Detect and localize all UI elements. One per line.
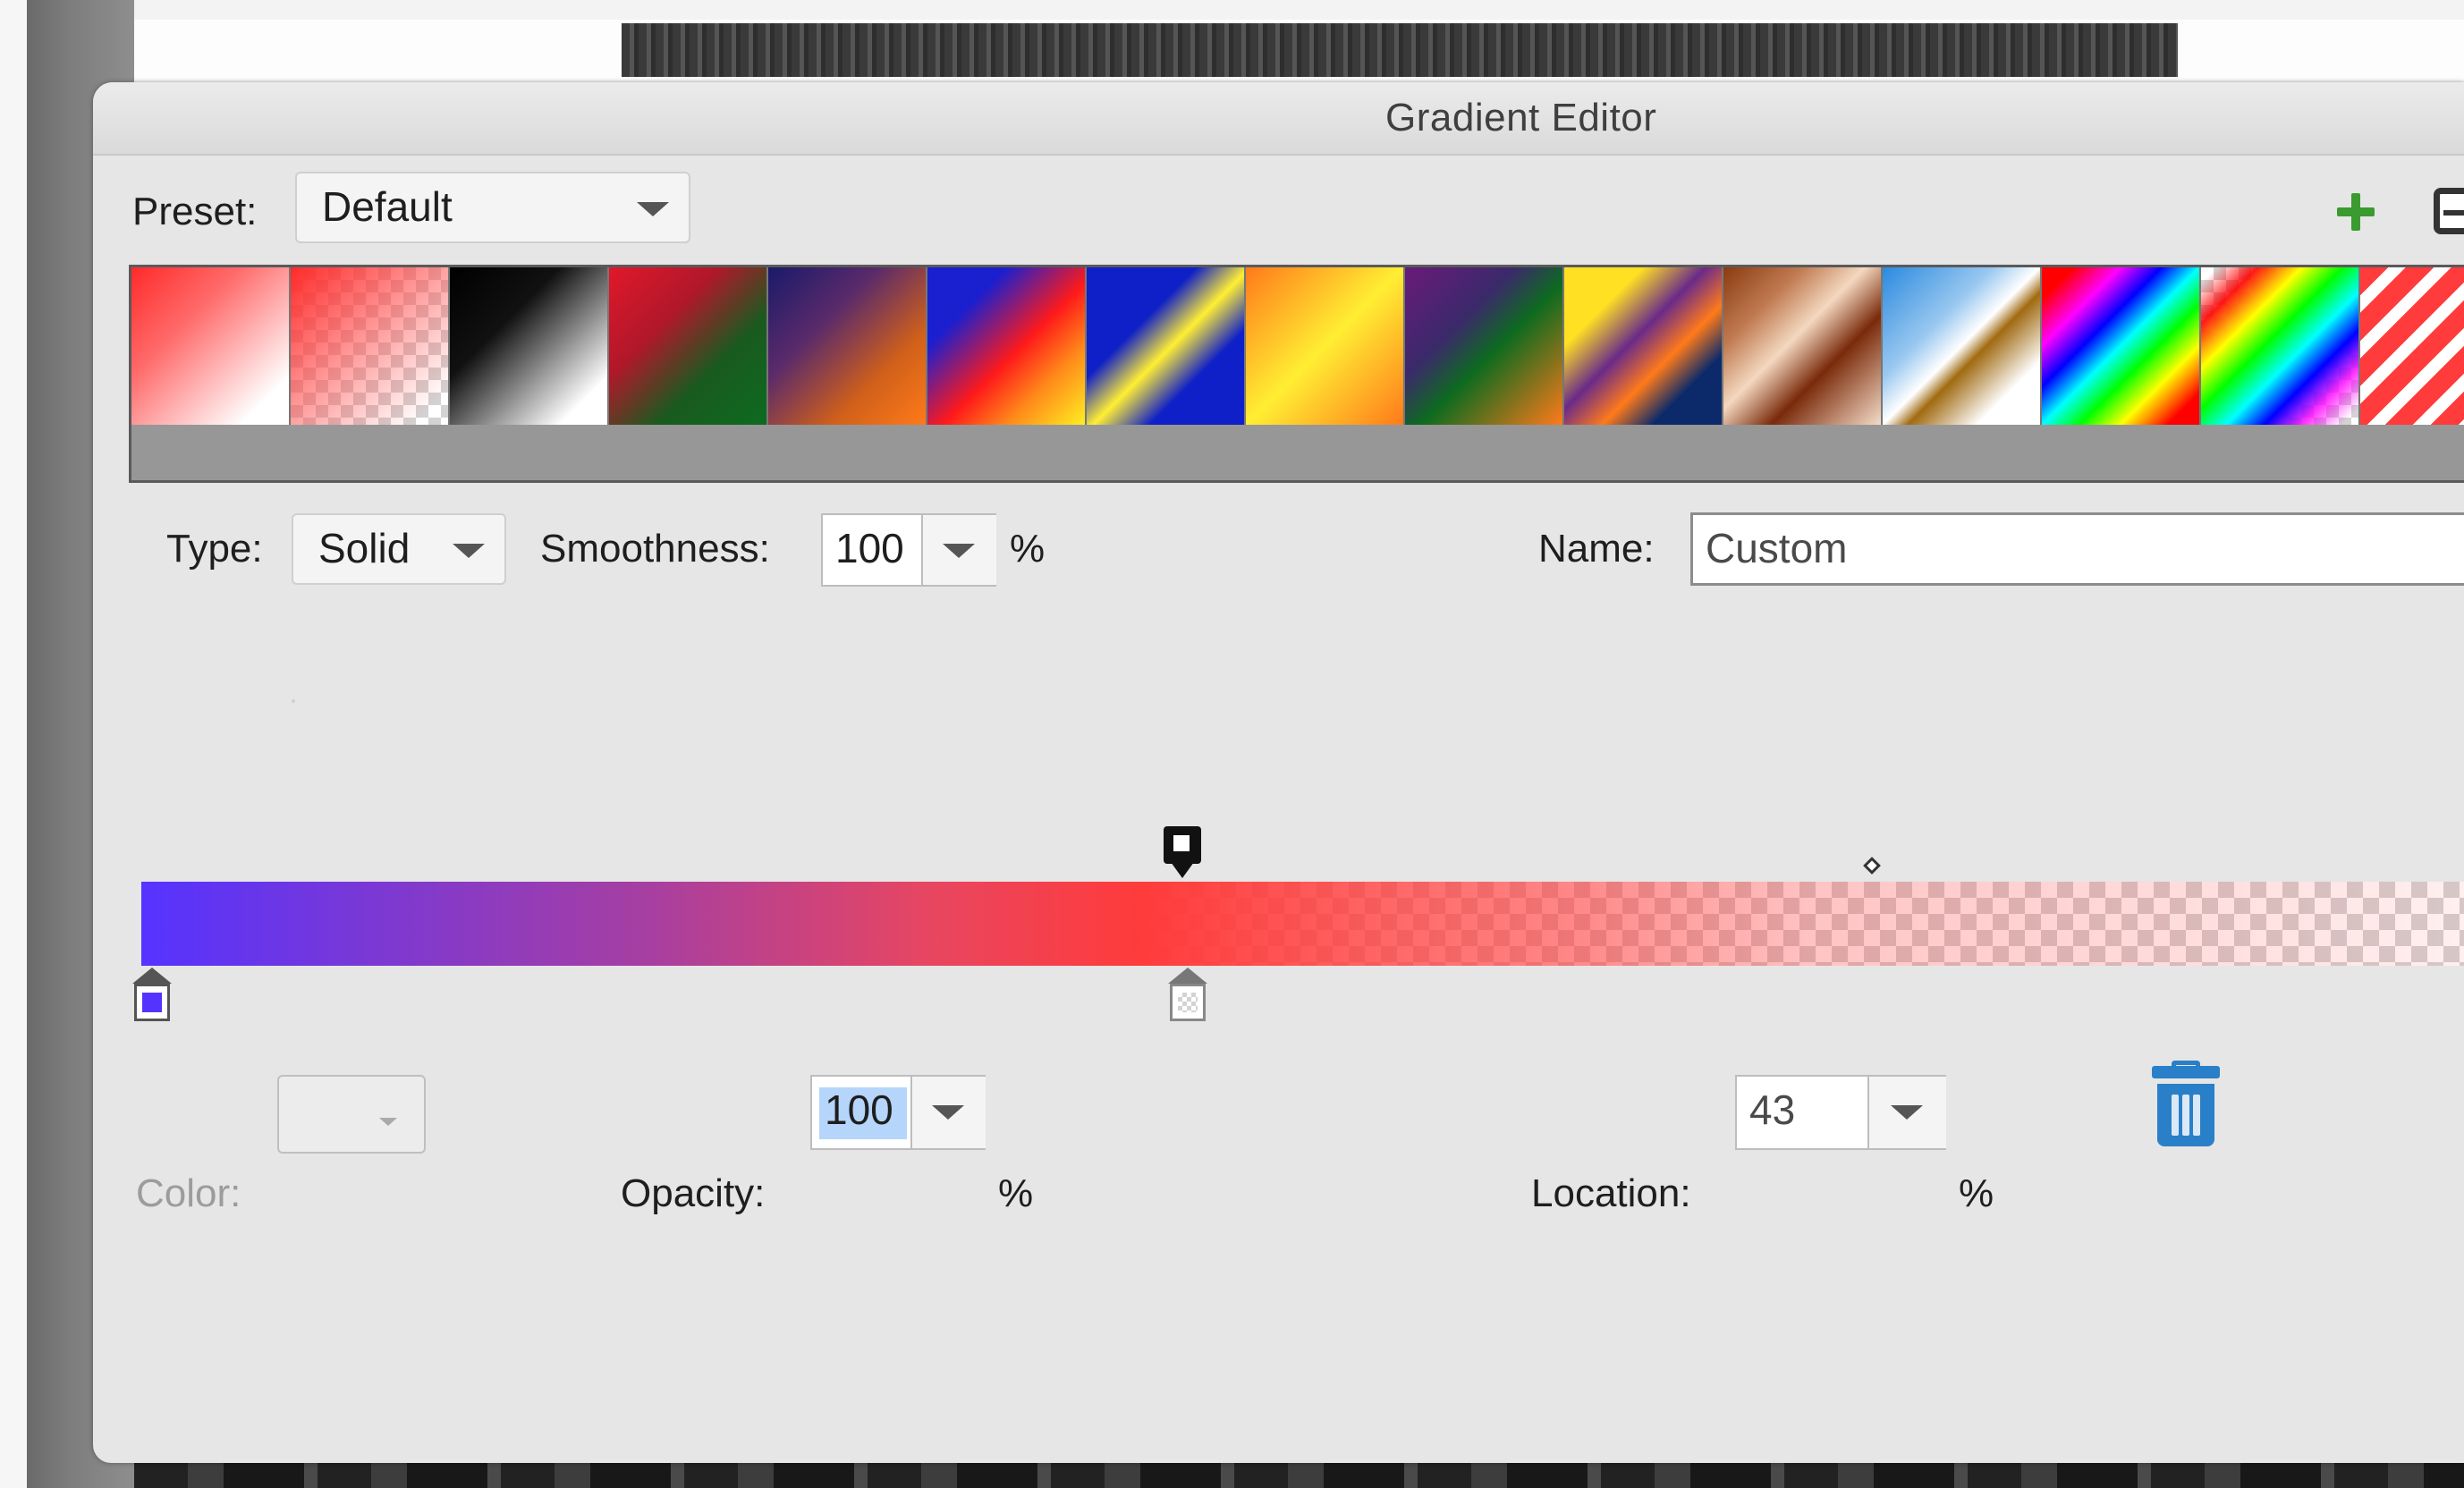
color-label: Color: bbox=[136, 1171, 241, 1215]
name-label: Name: bbox=[1538, 527, 1655, 571]
bottom-canvas-strip bbox=[134, 1463, 2464, 1488]
trash-lid bbox=[2152, 1066, 2220, 1078]
swatch-fill bbox=[2201, 267, 2358, 425]
chevron-down-icon bbox=[637, 202, 669, 216]
gradient-bar[interactable] bbox=[141, 882, 2464, 966]
opacity-stepper[interactable] bbox=[910, 1077, 986, 1148]
opacity-unit: % bbox=[998, 1171, 1034, 1215]
chevron-down-icon bbox=[932, 1105, 964, 1120]
location-label: Location: bbox=[1531, 1171, 1691, 1215]
trash-slot bbox=[2172, 1095, 2179, 1136]
name-value: Custom bbox=[1706, 525, 1848, 571]
color-stop-swatch bbox=[142, 993, 162, 1012]
preset-swatch-yellow-violet-orange-blue[interactable] bbox=[1564, 267, 1723, 425]
chevron-down-icon bbox=[453, 544, 485, 558]
opacity-label: Opacity: bbox=[621, 1171, 766, 1215]
preset-swatch-violet-green-orange[interactable] bbox=[1405, 267, 1564, 425]
preset-value: Default bbox=[322, 183, 453, 230]
smoothness-stepper[interactable] bbox=[921, 515, 996, 585]
preset-swatch-red-to-white[interactable] bbox=[131, 267, 291, 425]
preset-swatch-black-to-white[interactable] bbox=[450, 267, 609, 425]
preset-swatch-blue-yellow-blue[interactable] bbox=[1087, 267, 1246, 425]
preset-swatch-blue-red-yellow[interactable] bbox=[927, 267, 1087, 425]
preset-swatch-violet-to-orange[interactable] bbox=[768, 267, 927, 425]
chevron-down-icon bbox=[943, 544, 975, 558]
location-unit: % bbox=[1959, 1171, 1994, 1215]
opacity-stop-selected[interactable] bbox=[1162, 826, 1203, 882]
preset-swatch-copper[interactable] bbox=[1723, 267, 1883, 425]
opacity-value: 100 bbox=[825, 1086, 893, 1133]
desktop-background bbox=[0, 0, 27, 1488]
preset-swatch-chrome[interactable] bbox=[1883, 267, 2042, 425]
color-stop-pointer bbox=[1168, 968, 1207, 984]
name-input[interactable]: Custom bbox=[1690, 512, 2464, 586]
preset-swatch-transparent-stripes[interactable] bbox=[2360, 267, 2464, 425]
dialog-title: Gradient Editor bbox=[1385, 96, 1657, 140]
title-bar[interactable]: Gradient Editor bbox=[93, 82, 2464, 156]
preset-swatch-red-to-transparent[interactable] bbox=[291, 267, 450, 425]
swatch-fill bbox=[291, 267, 448, 425]
diamond-shape bbox=[1863, 857, 1881, 875]
trash-slot bbox=[2193, 1095, 2200, 1136]
chevron-down-icon bbox=[1891, 1105, 1923, 1120]
preset-swatch-panel bbox=[129, 265, 2464, 483]
trash-slot bbox=[2182, 1095, 2189, 1136]
type-dropdown[interactable]: Solid bbox=[292, 513, 506, 585]
type-value: Solid bbox=[318, 525, 411, 571]
location-stepper[interactable] bbox=[1867, 1077, 1946, 1148]
trash-icon[interactable] bbox=[2152, 1061, 2220, 1146]
smoothness-field[interactable]: 100 bbox=[821, 513, 996, 587]
unused bbox=[292, 699, 295, 703]
opacity-stop-inner bbox=[1173, 835, 1190, 851]
smoothness-value: 100 bbox=[835, 525, 904, 571]
plus-icon[interactable] bbox=[2333, 190, 2378, 234]
location-field[interactable]: 43 bbox=[1735, 1075, 1946, 1150]
preset-swatch-orange-yellow-orange[interactable] bbox=[1246, 267, 1405, 425]
preset-dropdown[interactable]: Default bbox=[295, 172, 690, 243]
color-stop-middle[interactable] bbox=[1168, 968, 1207, 1023]
chevron-down-icon bbox=[379, 1118, 397, 1126]
opacity-field[interactable]: 100 bbox=[810, 1075, 986, 1150]
gradient-toolbar-strip bbox=[134, 20, 2464, 80]
gradient-editor-dialog: Gradient Editor Preset: Default Type: So… bbox=[93, 82, 2464, 1463]
preset-label: Preset: bbox=[132, 190, 258, 233]
preset-swatch-spectrum[interactable] bbox=[2042, 267, 2201, 425]
type-label: Type: bbox=[166, 527, 263, 571]
save-icon[interactable] bbox=[2434, 188, 2464, 234]
color-stop-pointer bbox=[132, 968, 172, 984]
gradient-fill bbox=[141, 882, 2464, 966]
opacity-stop-pointer bbox=[1171, 862, 1194, 878]
smoothness-label: Smoothness: bbox=[540, 527, 770, 571]
color-swatch-button[interactable] bbox=[277, 1075, 426, 1154]
color-stop-left[interactable] bbox=[132, 968, 172, 1023]
color-stop-swatch bbox=[1178, 993, 1198, 1012]
location-value: 43 bbox=[1749, 1086, 1796, 1133]
midpoint-diamond[interactable] bbox=[1863, 857, 1883, 876]
gradient-preview-band bbox=[622, 23, 2178, 77]
preset-swatch-transparent-rainbow[interactable] bbox=[2201, 267, 2360, 425]
smoothness-unit: % bbox=[1010, 527, 1046, 571]
preset-swatch-red-to-green[interactable] bbox=[609, 267, 768, 425]
